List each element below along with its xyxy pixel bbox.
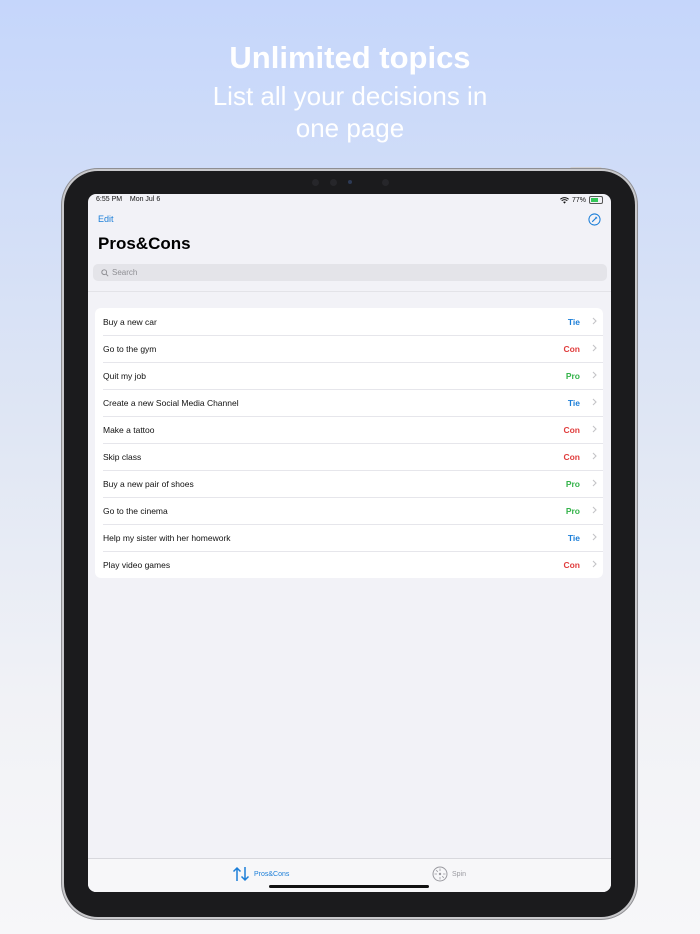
- wifi-icon: [560, 196, 569, 204]
- list-item[interactable]: Make a tattoo Con: [95, 416, 603, 443]
- list-item[interactable]: Skip class Con: [95, 443, 603, 470]
- chevron-right-icon: [592, 344, 597, 352]
- spin-wheel-icon: [432, 866, 448, 882]
- chevron-right-icon: [592, 479, 597, 487]
- status-date: Mon Jul 6: [129, 196, 161, 203]
- verdict-badge: Con: [563, 559, 580, 570]
- tab-label-pros-cons: Pros&Cons: [254, 870, 290, 878]
- tab-pros-cons[interactable]: Pros&Cons: [232, 866, 289, 882]
- promo-subtitle-line2: one page: [295, 113, 405, 143]
- chevron-right-icon: [592, 506, 597, 514]
- list-item-label: Skip class: [103, 451, 142, 462]
- decision-list: Buy a new car Tie Go to the gym Con Quit my …: [95, 308, 603, 578]
- status-bar: 6:55 PM Mon Jul 6 77%: [96, 196, 603, 208]
- device-volume-up-button: [635, 222, 638, 252]
- edit-button[interactable]: Edit: [98, 214, 114, 224]
- compose-icon[interactable]: [588, 213, 601, 226]
- chevron-right-icon: [592, 398, 597, 406]
- device-camera: [348, 180, 352, 184]
- sort-arrows-icon: [232, 866, 250, 882]
- list-item-label: Create a new Social Media Channel: [103, 397, 239, 408]
- verdict-badge: Pro: [565, 478, 580, 489]
- chevron-right-icon: [592, 560, 597, 568]
- status-right: 77%: [560, 196, 603, 204]
- list-item-label: Make a tattoo: [103, 424, 155, 435]
- list-item-label: Go to the gym: [103, 343, 157, 354]
- tab-label-spin: Spin: [452, 870, 467, 878]
- tab-spin[interactable]: Spin: [432, 866, 466, 882]
- list-item-label: Buy a new car: [103, 316, 157, 327]
- list-item[interactable]: Play video games Con: [95, 551, 603, 578]
- home-indicator: [269, 885, 429, 888]
- verdict-badge: Tie: [567, 316, 580, 327]
- promo-title: Unlimited topics: [229, 40, 471, 75]
- list-item[interactable]: Help my sister with her homework Tie: [95, 524, 603, 551]
- status-time: 6:55 PM: [96, 196, 123, 203]
- promo-headline: Unlimited topics List all your decisions…: [0, 40, 700, 144]
- list-item-label: Play video games: [103, 559, 171, 570]
- list-item-label: Buy a new pair of shoes: [103, 478, 194, 489]
- navigation-bar: Edit: [98, 213, 601, 229]
- battery-icon: [589, 196, 603, 204]
- verdict-badge: Con: [563, 424, 580, 435]
- list-item-label: Go to the cinema: [103, 505, 168, 516]
- chevron-right-icon: [592, 371, 597, 379]
- tab-bar: Pros&Cons Spin: [88, 858, 611, 892]
- status-left: 6:55 PM Mon Jul 6: [96, 196, 160, 203]
- chevron-right-icon: [592, 452, 597, 460]
- list-item-label: Quit my job: [103, 370, 146, 381]
- list-item[interactable]: Buy a new pair of shoes Pro: [95, 470, 603, 497]
- verdict-badge: Con: [563, 343, 580, 354]
- promo-subtitle-line1: List all your decisions in: [212, 81, 488, 111]
- device-sensor: [312, 179, 319, 186]
- list-item[interactable]: Go to the gym Con: [95, 335, 603, 362]
- list-item[interactable]: Quit my job Pro: [95, 362, 603, 389]
- search-bar[interactable]: [93, 264, 607, 281]
- page-title: Pros&Cons: [98, 234, 191, 253]
- device-volume-down-button: [635, 256, 638, 286]
- verdict-badge: Pro: [565, 505, 580, 516]
- device-sensor: [330, 179, 337, 186]
- search-input[interactable]: [112, 268, 592, 277]
- verdict-badge: Con: [563, 451, 580, 462]
- chevron-right-icon: [592, 317, 597, 325]
- verdict-badge: Tie: [567, 397, 580, 408]
- search-icon: [101, 268, 109, 277]
- list-item[interactable]: Buy a new car Tie: [95, 308, 603, 335]
- chevron-right-icon: [592, 425, 597, 433]
- battery-percent: 77%: [571, 196, 586, 204]
- section-divider: [88, 291, 611, 292]
- verdict-badge: Pro: [565, 370, 580, 381]
- list-item[interactable]: Go to the cinema Pro: [95, 497, 603, 524]
- chevron-right-icon: [592, 533, 597, 541]
- app-screen: 6:55 PM Mon Jul 6 77% Edit Pros&Cons Sea…: [88, 194, 611, 892]
- verdict-badge: Tie: [567, 532, 580, 543]
- list-item[interactable]: Create a new Social Media Channel Tie: [95, 389, 603, 416]
- device-sensor: [382, 179, 389, 186]
- list-item-label: Help my sister with her homework: [103, 532, 231, 543]
